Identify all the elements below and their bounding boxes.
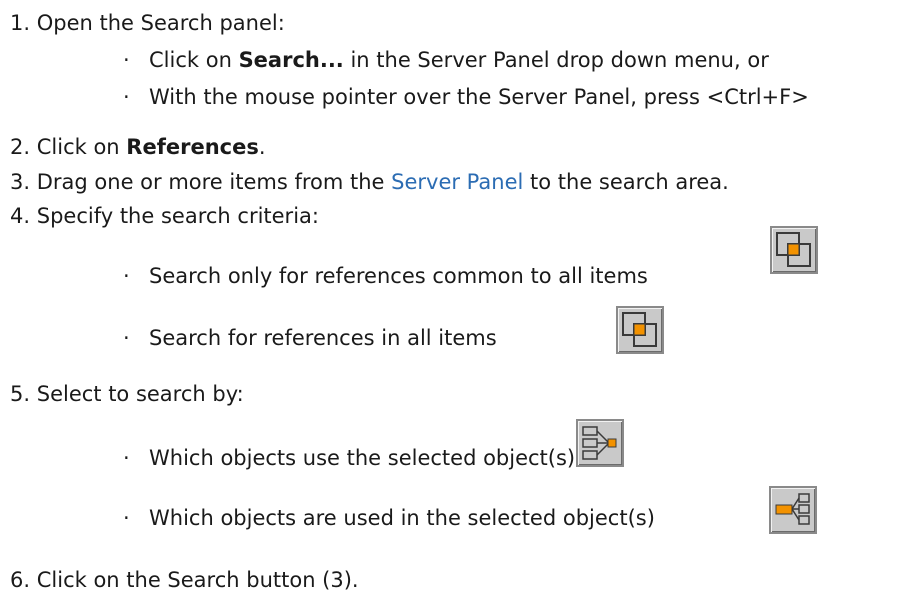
step-text: Specify the search criteria: (36, 204, 319, 228)
step-text-post: to the search area. (523, 170, 729, 194)
step-text-pre: Click on (36, 135, 127, 159)
step-text: Open the Search panel: (36, 11, 285, 35)
references-label: References (126, 135, 259, 159)
bullet-glyph: · (123, 506, 130, 530)
step-4-bullet-2: · Search for references in all items (123, 325, 497, 351)
step-number: 1. (10, 11, 31, 35)
bullet-text: Search for references in all items (149, 326, 497, 350)
bullet-text-post: in the Server Panel drop down menu, or (343, 48, 769, 72)
step-5-bullet-1: · Which objects use the selected object(s… (123, 445, 575, 471)
step-4-bullet-1: · Search only for references common to al… (123, 263, 648, 289)
step-2: 2. Click on References. (10, 134, 266, 160)
step-number: 2. (10, 135, 31, 159)
step-1-bullet-1: · Click on Search... in the Server Panel … (123, 47, 769, 73)
overlapping-squares-icon (770, 226, 818, 274)
bullet-glyph: · (123, 264, 130, 288)
step-4: 4. Specify the search criteria: (10, 203, 319, 229)
bullet-text-pre: Click on (149, 48, 239, 72)
step-number: 3. (10, 170, 31, 194)
step-5-bullet-2: · Which objects are used in the selected … (123, 505, 655, 531)
bullet-text: Which objects use the selected object(s) (149, 446, 576, 470)
menu-item-search-label: Search... (238, 48, 344, 72)
step-text-pre: Drag one or more items from the (36, 170, 392, 194)
server-panel-link[interactable]: Server Panel (391, 170, 523, 194)
step-text-post: . (258, 135, 266, 159)
step-3: 3. Drag one or more items from the Serve… (10, 169, 729, 195)
step-number: 4. (10, 204, 31, 228)
step-5: 5. Select to search by: (10, 381, 244, 407)
step-1-bullet-2: · With the mouse pointer over the Server … (123, 84, 809, 110)
step-text: Click on the Search button (3). (36, 568, 359, 592)
bullet-glyph: · (123, 48, 130, 72)
step-number: 5. (10, 382, 31, 406)
used-in-objects-tree-icon (769, 486, 817, 534)
bullet-text: Search only for references common to all… (149, 264, 648, 288)
bullet-text: With the mouse pointer over the Server P… (149, 85, 809, 109)
bullet-glyph: · (123, 446, 130, 470)
overlapping-squares-icon (616, 306, 664, 354)
uses-objects-tree-icon (576, 419, 624, 467)
bullet-glyph: · (123, 85, 130, 109)
bullet-glyph: · (123, 326, 130, 350)
step-1: 1. Open the Search panel: (10, 10, 285, 36)
bullet-text: Which objects are used in the selected o… (149, 506, 655, 530)
step-text: Select to search by: (36, 382, 244, 406)
step-6: 6. Click on the Search button (3). (10, 567, 359, 593)
step-number: 6. (10, 568, 31, 592)
